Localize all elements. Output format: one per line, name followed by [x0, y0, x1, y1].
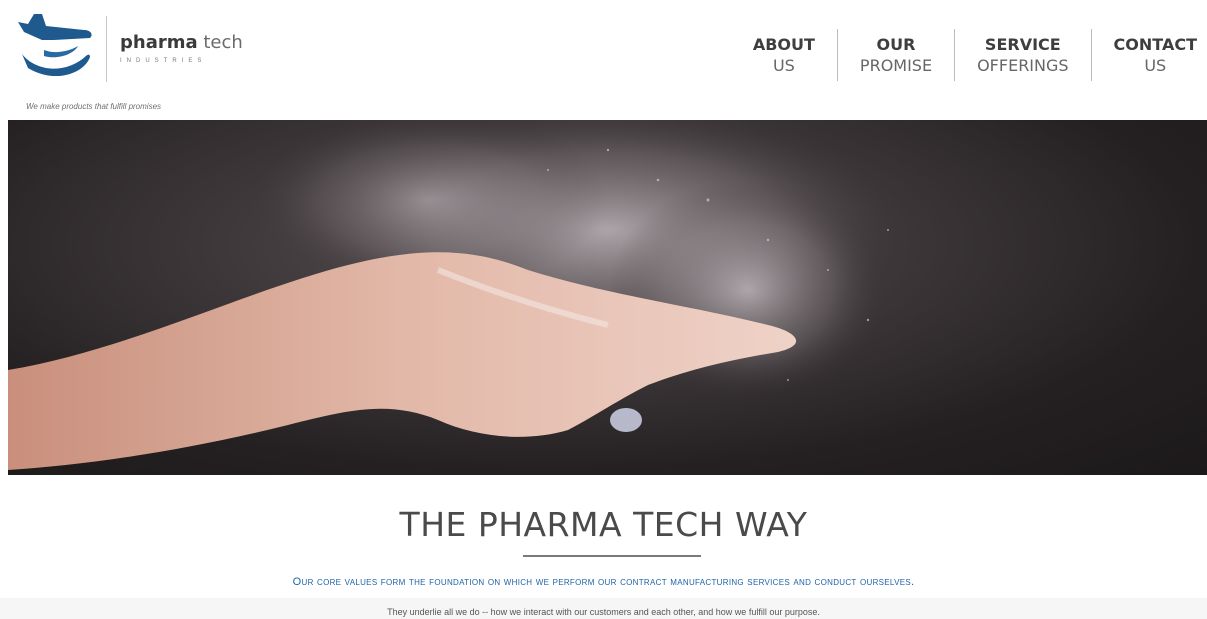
brand-name: pharma tech: [120, 32, 243, 53]
tagline: We make products that fulfill promises: [26, 102, 162, 111]
brand-name-light: tech: [203, 32, 243, 53]
values-description: They underlie all we do -- how we intera…: [387, 607, 820, 617]
nav-our-promise[interactable]: OUR PROMISE: [838, 34, 954, 76]
nav-contact-us-line2: US: [1144, 56, 1167, 75]
logo[interactable]: pharma tech INDUSTRIES We make products …: [14, 10, 254, 111]
title-underline: [523, 555, 701, 557]
logo-divider: [106, 16, 107, 82]
brand-subtitle: INDUSTRIES: [120, 58, 207, 64]
main-nav: ABOUT US OUR PROMISE SERVICE OFFERINGS C…: [731, 29, 1207, 81]
nav-contact-us-line1: CONTACT: [1113, 35, 1197, 54]
core-values-statement: Our core values form the foundation on w…: [292, 576, 915, 588]
hero-image: [8, 120, 1207, 475]
hero-hand-powder-illustration: [8, 120, 908, 470]
nav-contact-us[interactable]: CONTACT US: [1092, 34, 1207, 76]
nav-service-offerings[interactable]: SERVICE OFFERINGS: [955, 34, 1090, 76]
site-header: pharma tech INDUSTRIES We make products …: [0, 0, 1207, 120]
nav-our-promise-line2: PROMISE: [859, 56, 933, 75]
logo-mark-icon: [18, 14, 92, 77]
nav-our-promise-line1: OUR: [876, 35, 916, 54]
nav-about-us-line1: ABOUT: [752, 35, 815, 54]
nav-service-offerings-line1: SERVICE: [984, 35, 1061, 54]
section-title: THE PHARMA TECH WAY: [399, 505, 808, 544]
nav-about-us-line2: US: [772, 56, 795, 75]
nav-about-us[interactable]: ABOUT US: [731, 34, 837, 76]
brand-name-bold: pharma: [120, 32, 198, 53]
nav-service-offerings-line2: OFFERINGS: [977, 56, 1069, 75]
